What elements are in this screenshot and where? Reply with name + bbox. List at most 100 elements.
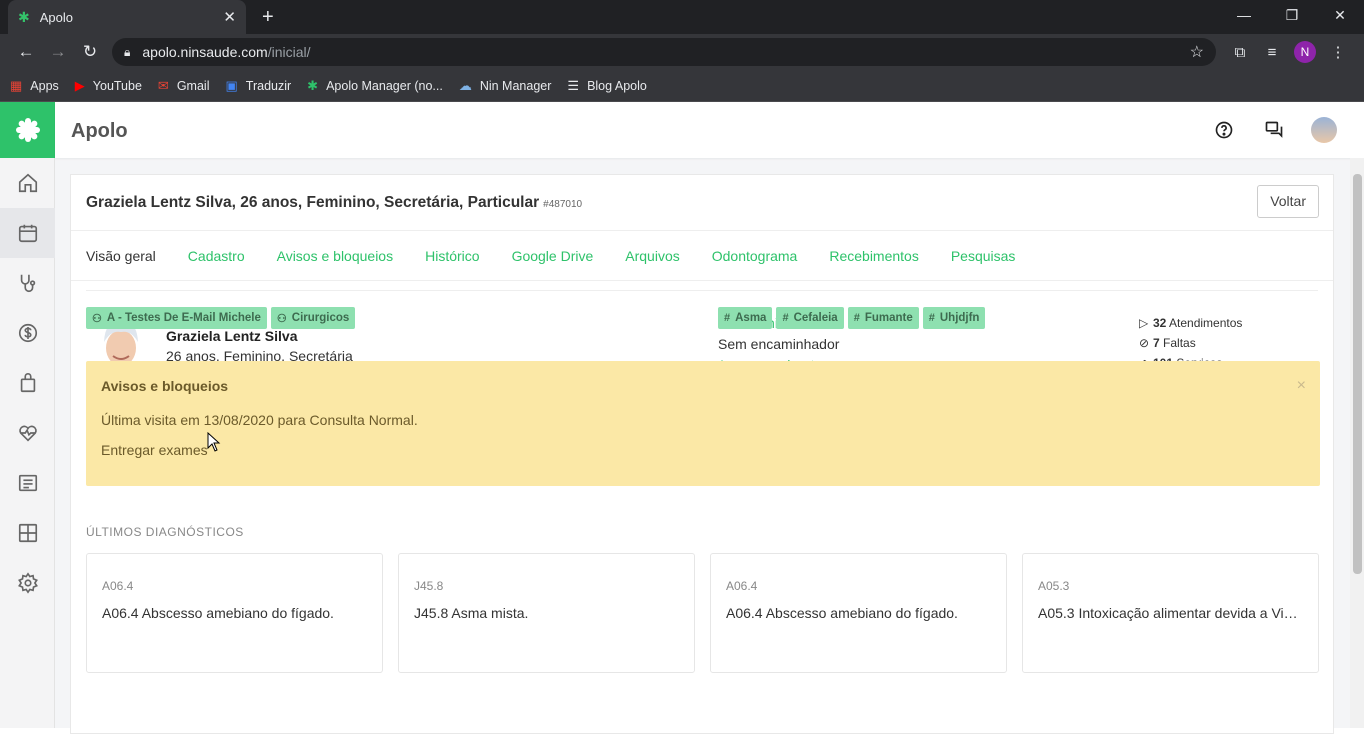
sidebar bbox=[0, 102, 55, 728]
alert-line: Última visita em 13/08/2020 para Consult… bbox=[101, 412, 418, 428]
bookmarks-bar: ▦ Apps ▶ YouTube ✉ Gmail ▣ Traduzir ✱ Apolo M… bbox=[0, 70, 1364, 102]
apolo-icon: ✱ bbox=[307, 77, 319, 93]
hash-tag[interactable]: # Uhjdjfn bbox=[922, 307, 986, 329]
home-icon[interactable] bbox=[0, 158, 55, 208]
dollar-icon[interactable] bbox=[0, 308, 55, 358]
bookmark-label: Gmail bbox=[176, 78, 210, 93]
tab-recebimentos[interactable]: Recebimentos bbox=[829, 248, 919, 264]
brand-title: Apolo bbox=[71, 120, 128, 142]
group-icon: ⚇ bbox=[276, 312, 287, 325]
diagnosis-code: A05.3 bbox=[1038, 579, 1070, 593]
blog-icon: ☰ bbox=[567, 77, 580, 93]
apolo-logo-icon[interactable] bbox=[0, 102, 55, 158]
cloud-icon: ☁ bbox=[458, 77, 472, 93]
tag-label: Cirurgicos bbox=[291, 312, 350, 324]
close-icon[interactable]: × bbox=[1297, 377, 1306, 395]
diagnosis-desc: A05.3 Intoxicação alimentar devida a Vib… bbox=[1038, 605, 1303, 621]
browser-tab[interactable]: ✱ Apolo ✕ bbox=[8, 0, 246, 34]
diagnosis-card[interactable]: A05.3 A05.3 Intoxicação alimentar devida … bbox=[1022, 553, 1319, 673]
tab-visao-geral[interactable]: Visão geral bbox=[86, 248, 156, 264]
group-tag[interactable]: ⚇ Cirurgicos bbox=[270, 307, 356, 329]
youtube-icon: ▶ bbox=[74, 77, 85, 93]
url-field[interactable]: 🔒︎ apolo.ninsaude.com/inicial/ ☆ bbox=[112, 38, 1216, 66]
menu-kebab-icon[interactable]: ⋮ bbox=[1322, 43, 1354, 61]
new-tab-icon[interactable]: + bbox=[262, 6, 274, 29]
reload-icon[interactable]: ↻ bbox=[74, 42, 106, 62]
patient-title: Graziela Lentz Silva, 26 anos, Feminino,… bbox=[86, 194, 582, 212]
dashboard-icon[interactable] bbox=[0, 508, 55, 558]
group-icon: ⚇ bbox=[92, 312, 102, 325]
stat-label: Faltas bbox=[1163, 336, 1196, 350]
gmail-icon: ✉ bbox=[157, 77, 169, 93]
profile-avatar[interactable]: N bbox=[1294, 41, 1316, 63]
calendar-icon[interactable] bbox=[0, 208, 55, 258]
tag-label: Asma bbox=[735, 312, 767, 324]
bookmark-gmail[interactable]: ✉ Gmail bbox=[158, 78, 210, 94]
page-scrollbar[interactable] bbox=[1350, 158, 1364, 728]
close-window-icon[interactable]: ✕ bbox=[1316, 0, 1364, 34]
extensions-icon[interactable]: ⧉ bbox=[1224, 44, 1256, 61]
alerts-box: Avisos e bloqueios × Última visita em 13… bbox=[86, 361, 1320, 486]
lock-icon: 🔒︎ bbox=[124, 44, 131, 59]
tag-label: A - Testes De E-Mail Michele bbox=[106, 312, 261, 324]
shopping-bag-icon[interactable] bbox=[0, 358, 55, 408]
bookmark-apps[interactable]: ▦ Apps bbox=[10, 78, 59, 94]
alert-title: Avisos e bloqueios bbox=[101, 378, 229, 394]
settings-gear-icon[interactable] bbox=[0, 558, 55, 608]
hash-tag[interactable]: # Fumante bbox=[847, 307, 919, 329]
diagnosis-code: A06.4 bbox=[726, 579, 758, 593]
bookmark-blog-apolo[interactable]: ☰ Blog Apolo bbox=[567, 78, 646, 94]
bookmark-youtube[interactable]: ▶ YouTube bbox=[75, 78, 142, 94]
group-tags: ⚇ A - Testes De E-Mail Michele ⚇ Cirurgico… bbox=[86, 307, 359, 329]
group-tag[interactable]: ⚇ A - Testes De E-Mail Michele bbox=[86, 307, 267, 329]
patient-name: Graziela Lentz Silva bbox=[166, 328, 298, 344]
stethoscope-icon[interactable] bbox=[0, 258, 55, 308]
patient-header: Graziela Lentz Silva, 26 anos, Feminino,… bbox=[71, 175, 1333, 231]
tab-arquivos[interactable]: Arquivos bbox=[625, 248, 679, 264]
heart-pulse-icon[interactable] bbox=[0, 408, 55, 458]
tab-historico[interactable]: Histórico bbox=[425, 248, 479, 264]
scrollbar-thumb[interactable] bbox=[1353, 174, 1362, 574]
hash-icon: # bbox=[928, 312, 935, 324]
bookmark-apolo-manager[interactable]: ✱ Apolo Manager (no... bbox=[307, 78, 443, 94]
tag-label: Cefaleia bbox=[793, 312, 838, 324]
close-tab-icon[interactable]: ✕ bbox=[223, 8, 236, 26]
url-host: apolo.ninsaude.com bbox=[142, 44, 268, 60]
patient-id: #487010 bbox=[543, 199, 583, 210]
diagnostics-title: ÚLTIMOS DIAGNÓSTICOS bbox=[86, 525, 244, 539]
bookmark-label: Blog Apolo bbox=[587, 78, 647, 93]
bookmark-label: YouTube bbox=[92, 78, 142, 93]
patient-card: Graziela Lentz Silva, 26 anos, Feminino,… bbox=[70, 174, 1334, 734]
diagnosis-card[interactable]: J45.8 J45.8 Asma mista. bbox=[398, 553, 695, 673]
bookmark-traduzir[interactable]: ▣ Traduzir bbox=[225, 78, 291, 94]
reports-icon[interactable] bbox=[0, 458, 55, 508]
back-button[interactable]: Voltar bbox=[1257, 185, 1319, 218]
restore-icon[interactable]: ❐ bbox=[1268, 0, 1316, 34]
top-header: Apolo bbox=[55, 102, 1364, 158]
diagnosis-card[interactable]: A06.4 A06.4 Abscesso amebiano do fígado. bbox=[710, 553, 1007, 673]
media-queue-icon[interactable]: ≡ bbox=[1256, 44, 1288, 61]
user-avatar[interactable] bbox=[1308, 114, 1340, 146]
apolo-favicon-icon: ✱ bbox=[18, 8, 30, 25]
help-icon[interactable] bbox=[1208, 114, 1240, 146]
tab-odontograma[interactable]: Odontograma bbox=[712, 248, 798, 264]
chat-icon[interactable] bbox=[1258, 114, 1290, 146]
alert-line: Entregar exames bbox=[101, 442, 208, 458]
diagnosis-code: A06.4 bbox=[102, 579, 134, 593]
bookmark-label: Traduzir bbox=[245, 78, 292, 93]
tab-avisos[interactable]: Avisos e bloqueios bbox=[277, 248, 393, 264]
tab-pesquisas[interactable]: Pesquisas bbox=[951, 248, 1016, 264]
bookmark-star-icon[interactable]: ☆ bbox=[1190, 42, 1204, 62]
minimize-icon[interactable]: — bbox=[1220, 0, 1268, 34]
diagnostics-list: A06.4 A06.4 Abscesso amebiano do fígado. … bbox=[86, 553, 1319, 673]
hash-tag[interactable]: # Cefaleia bbox=[776, 307, 844, 329]
stat-value: 32 bbox=[1153, 316, 1167, 330]
hash-tag[interactable]: # Asma bbox=[718, 307, 773, 329]
diagnosis-desc: A06.4 Abscesso amebiano do fígado. bbox=[102, 605, 334, 621]
bookmark-nin-manager[interactable]: ☁ Nin Manager bbox=[459, 78, 552, 94]
back-arrow-icon[interactable]: ← bbox=[10, 42, 42, 62]
diagnosis-card[interactable]: A06.4 A06.4 Abscesso amebiano do fígado. bbox=[86, 553, 383, 673]
tab-cadastro[interactable]: Cadastro bbox=[188, 248, 245, 264]
tab-google-drive[interactable]: Google Drive bbox=[512, 248, 594, 264]
forward-arrow-icon[interactable]: → bbox=[42, 42, 74, 62]
